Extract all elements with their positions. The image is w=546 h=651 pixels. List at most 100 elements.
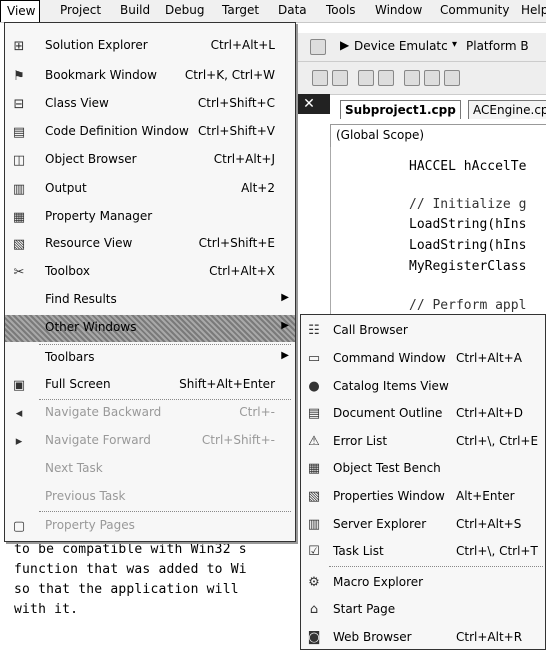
outdent-icon[interactable] [332, 70, 348, 86]
bookmark-next-icon[interactable] [444, 70, 460, 86]
menu-item-toolbars[interactable]: Toolbars ▶ [5, 345, 295, 372]
menu-view-label: View [7, 4, 36, 18]
menu-item-output[interactable]: ▥ Output Alt+2 [5, 176, 295, 203]
menu-item-label: Navigate Backward [45, 405, 162, 419]
navigate-forward-icon: ▸ [15, 434, 23, 449]
menu-item-shortcut: Ctrl+Alt+D [456, 406, 523, 420]
toolbar-button-icon[interactable] [310, 39, 326, 55]
submenu-item-call-browser[interactable]: ☷ Call Browser [301, 317, 546, 344]
chevron-down-icon[interactable]: ▾ [452, 39, 457, 50]
toolbox-icon: ✂ [13, 265, 25, 280]
bookmark-prev-icon[interactable] [424, 70, 440, 86]
close-icon[interactable]: ✕ [300, 96, 318, 112]
body-text-line: function that was added to Wi [14, 562, 247, 577]
menu-item-label: Class View [45, 96, 109, 110]
menu-debug[interactable]: Debug [165, 3, 204, 17]
menu-build[interactable]: Build [120, 3, 150, 17]
menu-item-shortcut: Ctrl+Alt+L [210, 38, 275, 52]
menu-item-label: Object Test Bench [333, 461, 441, 475]
tab-subproject1-cpp[interactable]: Subproject1.cpp [340, 100, 461, 119]
menu-item-label: Bookmark Window [45, 68, 157, 82]
command-window-icon: ▭ [307, 351, 321, 366]
toolbar-text-editor [290, 62, 546, 95]
menu-item-find-results[interactable]: Find Results ▶ [5, 287, 295, 314]
other-windows-submenu: ☷ Call Browser ▭ Command Window Ctrl+Alt… [300, 314, 546, 650]
menu-tools[interactable]: Tools [326, 3, 356, 17]
submenu-item-start-page[interactable]: ⌂ Start Page [301, 596, 546, 623]
menu-item-shortcut: Ctrl+Shift+C [197, 96, 275, 110]
menu-item-label: Document Outline [333, 406, 443, 420]
document-outline-icon: ▤ [307, 406, 321, 421]
menu-item-label: Macro Explorer [333, 575, 424, 589]
menu-project[interactable]: Project [60, 3, 101, 17]
navigate-backward-icon: ◂ [15, 406, 23, 421]
call-browser-icon: ☷ [308, 323, 320, 338]
menu-item-label: Server Explorer [333, 517, 427, 531]
menu-item-shortcut: Ctrl+Shift+E [198, 236, 275, 250]
menu-target[interactable]: Target [222, 3, 259, 17]
menu-item-label: Resource View [45, 236, 133, 250]
device-dropdown[interactable]: Device Emulatc [354, 39, 448, 53]
menu-window[interactable]: Window [375, 3, 422, 17]
submenu-item-macro-explorer[interactable]: ⚙ Macro Explorer [301, 569, 546, 596]
menu-item-solution-explorer[interactable]: ⊞ Solution Explorer Ctrl+Alt+L [5, 33, 295, 60]
platform-dropdown[interactable]: Platform B [466, 39, 529, 53]
submenu-item-catalog-items-view[interactable]: ● Catalog Items View [301, 373, 546, 400]
menu-item-previous-task[interactable]: Previous Task [5, 484, 295, 511]
submenu-item-command-window[interactable]: ▭ Command Window Ctrl+Alt+A [301, 345, 546, 372]
body-text-line: so that the application will [14, 582, 239, 597]
submenu-item-web-browser[interactable]: ◙ Web Browser Ctrl+Alt+R [301, 624, 546, 651]
menu-item-label: Web Browser [333, 630, 412, 644]
menu-item-navigate-backward[interactable]: ◂ Navigate Backward Ctrl+- [5, 400, 295, 427]
scope-dropdown[interactable]: (Global Scope) [330, 124, 546, 148]
menu-item-full-screen[interactable]: ▣ Full Screen Shift+Alt+Enter [5, 372, 295, 399]
uncomment-icon[interactable] [378, 70, 394, 86]
web-browser-icon: ◙ [307, 630, 321, 645]
indent-icon[interactable] [312, 70, 328, 86]
menu-item-object-browser[interactable]: ◫ Object Browser Ctrl+Alt+J [5, 147, 295, 174]
tab-acengine-cpp[interactable]: ACEngine.cp [468, 100, 546, 119]
menu-item-toolbox[interactable]: ✂ Toolbox Ctrl+Alt+X [5, 259, 295, 286]
menu-item-resource-view[interactable]: ▧ Resource View Ctrl+Shift+E [5, 231, 295, 258]
menu-item-label: Next Task [45, 461, 103, 475]
menu-help[interactable]: Help [521, 3, 546, 17]
code-line: MyRegisterClass [409, 259, 527, 274]
scope-label: (Global Scope) [336, 128, 425, 142]
submenu-item-server-explorer[interactable]: ▥ Server Explorer Ctrl+Alt+S [301, 511, 546, 538]
menu-item-bookmark-window[interactable]: ⚑ Bookmark Window Ctrl+K, Ctrl+W [5, 63, 295, 90]
comment-icon[interactable] [358, 70, 374, 86]
menu-item-label: Code Definition Window [45, 124, 189, 138]
submenu-item-error-list[interactable]: ⚠ Error List Ctrl+\, Ctrl+E [301, 428, 546, 455]
menu-item-class-view[interactable]: ⊟ Class View Ctrl+Shift+C [5, 91, 295, 118]
code-line: // Initialize g [409, 197, 527, 212]
menu-item-code-definition-window[interactable]: ▤ Code Definition Window Ctrl+Shift+V [5, 119, 295, 146]
task-list-icon: ☑ [308, 544, 320, 559]
menu-item-property-manager[interactable]: ▦ Property Manager [5, 204, 295, 231]
menu-item-label: Output [45, 181, 87, 195]
menu-item-shortcut: Ctrl+K, Ctrl+W [184, 68, 275, 82]
play-icon[interactable]: ▶ [340, 38, 349, 52]
catalog-items-icon: ● [308, 379, 320, 394]
submenu-arrow-icon: ▶ [281, 350, 289, 361]
submenu-arrow-icon: ▶ [281, 320, 289, 331]
menu-item-property-pages[interactable]: ▢ Property Pages [5, 513, 295, 540]
submenu-item-object-test-bench[interactable]: ▦ Object Test Bench [301, 455, 546, 482]
bookmark-icon[interactable] [404, 70, 420, 86]
resource-view-icon: ▧ [12, 237, 26, 252]
submenu-item-task-list[interactable]: ☑ Task List Ctrl+\, Ctrl+T [301, 538, 546, 565]
submenu-item-properties-window[interactable]: ▧ Properties Window Alt+Enter [301, 483, 546, 510]
submenu-arrow-icon: ▶ [281, 292, 289, 303]
object-browser-icon: ◫ [12, 153, 26, 168]
menu-bar: View Project Build Debug Target Data Too… [0, 0, 546, 23]
menu-view[interactable]: View [0, 0, 40, 22]
code-line: LoadString(hIns [409, 238, 527, 253]
menu-item-next-task[interactable]: Next Task [5, 456, 295, 483]
menu-item-navigate-forward[interactable]: ▸ Navigate Forward Ctrl+Shift+- [5, 428, 295, 455]
menu-separator [329, 566, 543, 567]
menu-item-other-windows[interactable]: Other Windows ▶ [5, 315, 295, 342]
menu-item-label: Catalog Items View [333, 379, 449, 393]
menu-community[interactable]: Community [440, 3, 509, 17]
menu-item-shortcut: Ctrl+Alt+X [209, 264, 275, 278]
submenu-item-document-outline[interactable]: ▤ Document Outline Ctrl+Alt+D [301, 400, 546, 427]
menu-data[interactable]: Data [278, 3, 307, 17]
